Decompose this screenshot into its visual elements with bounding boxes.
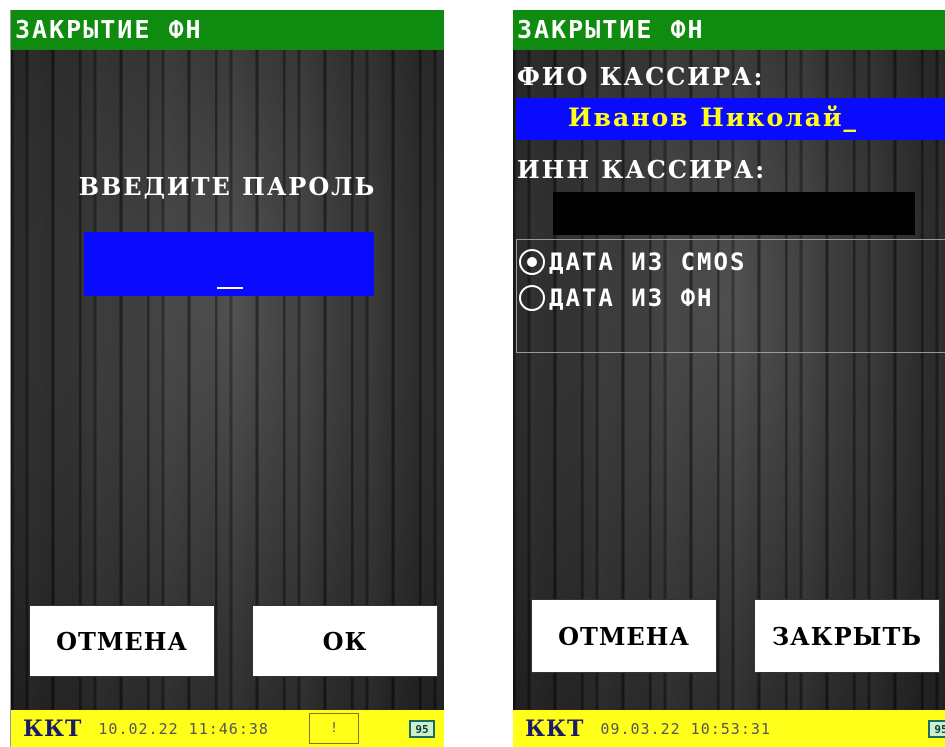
close-button[interactable]: ЗАКРЫТЬ xyxy=(754,599,940,673)
radio-option-cmos[interactable]: ДАТА ИЗ CMOS xyxy=(519,248,746,276)
radio-unselected-icon xyxy=(519,285,545,311)
text-cursor xyxy=(217,287,243,289)
radio-label: ДАТА ИЗ CMOS xyxy=(549,248,747,276)
radio-option-fn[interactable]: ДАТА ИЗ ФН xyxy=(519,284,714,312)
cashier-inn-input[interactable] xyxy=(553,192,915,235)
status-indicator-text: ! xyxy=(330,721,338,736)
cancel-button[interactable]: ОТМЕНА xyxy=(29,605,215,677)
cashier-name-value: Иванов Николай_ xyxy=(568,103,858,132)
password-prompt: ВВЕДИТЕ ПАРОЛЬ xyxy=(78,172,377,201)
battery-icon: 95 xyxy=(928,720,945,738)
close-fn-screen: ЗАКРЫТИЕ ФН ФИО КАССИРА: Иванов Николай_… xyxy=(513,10,945,747)
password-input[interactable] xyxy=(84,232,374,296)
status-indicator: ! xyxy=(309,713,359,744)
screen-title: ЗАКРЫТИЕ ФН xyxy=(11,10,444,50)
date-source-group: ДАТА ИЗ CMOS ДАТА ИЗ ФН xyxy=(516,239,945,353)
radio-dot-icon xyxy=(527,257,537,267)
status-bar: ККТ 09.03.22 10:53:31 95 xyxy=(513,710,945,747)
cashier-name-input[interactable]: Иванов Николай_ xyxy=(516,98,945,140)
ok-button[interactable]: ОК xyxy=(252,605,438,677)
top-caption-left xyxy=(60,0,430,10)
password-screen: ЗАКРЫТИЕ ФН ВВЕДИТЕ ПАРОЛЬ ОТМЕНА ОК ККТ… xyxy=(10,10,444,747)
kkt-label: ККТ xyxy=(525,715,585,742)
radio-selected-icon xyxy=(519,249,545,275)
status-datetime: 10.02.22 11:46:38 xyxy=(98,719,269,738)
cashier-inn-label: ИНН КАССИРА: xyxy=(517,155,767,184)
cashier-name-label: ФИО КАССИРА: xyxy=(517,62,765,91)
top-caption-right xyxy=(560,0,940,10)
status-datetime: 09.03.22 10:53:31 xyxy=(600,719,771,738)
kkt-label: ККТ xyxy=(23,715,83,742)
radio-label: ДАТА ИЗ ФН xyxy=(549,284,714,312)
status-bar: ККТ 10.02.22 11:46:38 ! 95 xyxy=(11,710,444,747)
battery-icon: 95 xyxy=(409,720,435,738)
screen-title: ЗАКРЫТИЕ ФН xyxy=(513,10,945,50)
cancel-button[interactable]: ОТМЕНА xyxy=(531,599,717,673)
